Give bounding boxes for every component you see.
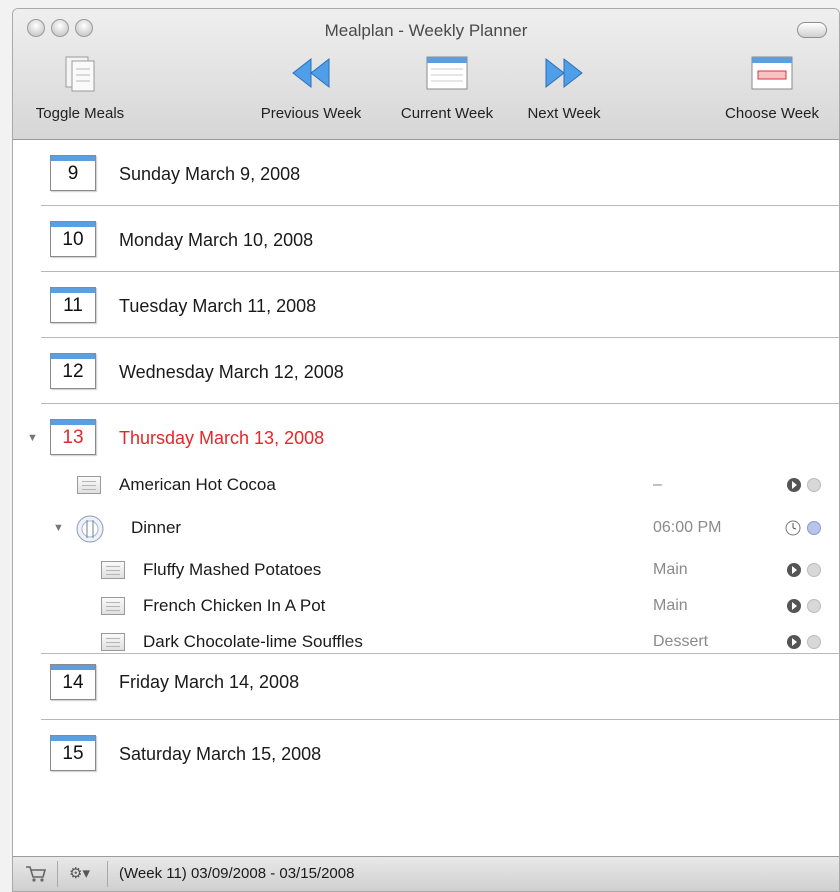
fast-forward-icon: [545, 57, 583, 89]
calendar-day-icon: 15: [50, 735, 96, 771]
rewind-icon: [292, 57, 330, 89]
remove-icon[interactable]: [807, 521, 821, 535]
calendar-day-icon: 10: [50, 221, 96, 257]
go-arrow-icon[interactable]: [787, 635, 801, 649]
remove-icon[interactable]: [807, 478, 821, 492]
remove-icon[interactable]: [807, 635, 821, 649]
remove-icon[interactable]: [807, 599, 821, 613]
meal-time: 06:00 PM: [653, 519, 722, 536]
go-arrow-icon[interactable]: [787, 563, 801, 577]
current-week-button[interactable]: Current Week: [385, 53, 509, 129]
calendar-day-icon: 9: [50, 155, 96, 191]
day-row[interactable]: 14 Friday March 14, 2008: [13, 654, 839, 720]
choose-week-label: Choose Week: [725, 105, 819, 122]
recipe-icon: [77, 476, 101, 494]
day-row[interactable]: 11 Tuesday March 11, 2008: [13, 272, 839, 338]
recipe-icon: [101, 633, 125, 651]
week-list: 9 Sunday March 9, 2008 10 Monday March 1…: [13, 140, 839, 860]
day-label: Tuesday March 11, 2008: [119, 296, 317, 316]
calendar-day-icon: 12: [50, 353, 96, 389]
day-row[interactable]: 9 Sunday March 9, 2008: [13, 140, 839, 206]
recipe-course: Main: [653, 597, 688, 614]
toggle-meals-icon: [65, 56, 95, 92]
recipe-icon: [101, 561, 125, 579]
recipe-course: Main: [653, 561, 688, 578]
today-label: Thursday March 13, 2008: [119, 428, 325, 448]
recipe-name: Dark Chocolate-lime Souffles: [143, 632, 363, 651]
window-title: Mealplan - Weekly Planner: [324, 21, 528, 40]
week-range-text: (Week 11) 03/09/2008 - 03/15/2008: [119, 865, 355, 882]
next-week-label: Next Week: [527, 105, 601, 122]
calendar-day-icon: 13: [50, 419, 96, 455]
day-row[interactable]: 10 Monday March 10, 2008: [13, 206, 839, 272]
day-row[interactable]: 15 Saturday March 15, 2008: [13, 720, 839, 786]
recipe-name: Fluffy Mashed Potatoes: [143, 560, 322, 579]
day-label: Saturday March 15, 2008: [119, 744, 322, 764]
day-label: Wednesday March 12, 2008: [119, 362, 344, 382]
recipe-row[interactable]: American Hot Cocoa –: [13, 467, 839, 503]
choose-week-calendar-icon: [751, 56, 793, 90]
calendar-day-icon: 14: [50, 664, 96, 700]
toggle-meals-label: Toggle Meals: [35, 105, 125, 122]
day-label: Friday March 14, 2008: [119, 672, 300, 692]
recipe-row[interactable]: French Chicken In A Pot Main: [13, 588, 839, 624]
disclosure-triangle-icon[interactable]: ▼: [27, 432, 38, 444]
previous-week-button[interactable]: Previous Week: [249, 53, 373, 129]
gear-menu-icon[interactable]: ⚙▾: [69, 864, 90, 882]
day-row[interactable]: 12 Wednesday March 12, 2008: [13, 338, 839, 404]
current-week-label: Current Week: [400, 105, 494, 122]
meal-group-row[interactable]: ▼ Dinner 06:00 PM: [13, 510, 839, 546]
calendar-week-icon: [426, 56, 468, 90]
shopping-cart-icon[interactable]: [25, 865, 47, 883]
calendar-day-icon: 11: [50, 287, 96, 323]
previous-week-label: Previous Week: [260, 105, 362, 122]
next-week-button[interactable]: Next Week: [516, 53, 612, 129]
toggle-meals-button[interactable]: Toggle Meals: [21, 53, 139, 129]
recipe-icon: [101, 597, 125, 615]
remove-icon[interactable]: [807, 563, 821, 577]
recipe-course: Dessert: [653, 633, 709, 650]
meal-name: Dinner: [131, 518, 182, 537]
recipe-row[interactable]: Fluffy Mashed Potatoes Main: [13, 552, 839, 588]
app-window: Mealplan - Weekly Planner Toggle Meals P…: [12, 8, 840, 892]
clock-icon[interactable]: [785, 520, 801, 536]
toolbar-toggle-button[interactable]: [797, 22, 827, 38]
status-bar: ⚙▾ (Week 11) 03/09/2008 - 03/15/2008: [13, 856, 839, 891]
day-label: Sunday March 9, 2008: [119, 164, 301, 184]
go-arrow-icon[interactable]: [787, 478, 801, 492]
recipe-name: American Hot Cocoa: [119, 475, 276, 494]
go-arrow-icon[interactable]: [787, 599, 801, 613]
disclosure-triangle-icon[interactable]: ▼: [53, 522, 64, 534]
dinner-plate-icon: [76, 515, 104, 543]
choose-week-button[interactable]: Choose Week: [713, 53, 831, 129]
day-row-expanded[interactable]: ▼ 13 Thursday March 13, 2008 American Ho…: [13, 404, 839, 654]
recipe-name: French Chicken In A Pot: [143, 596, 326, 615]
title-toolbar: Mealplan - Weekly Planner Toggle Meals P…: [13, 9, 839, 140]
day-label: Monday March 10, 2008: [119, 230, 314, 250]
recipe-course: –: [653, 476, 662, 493]
